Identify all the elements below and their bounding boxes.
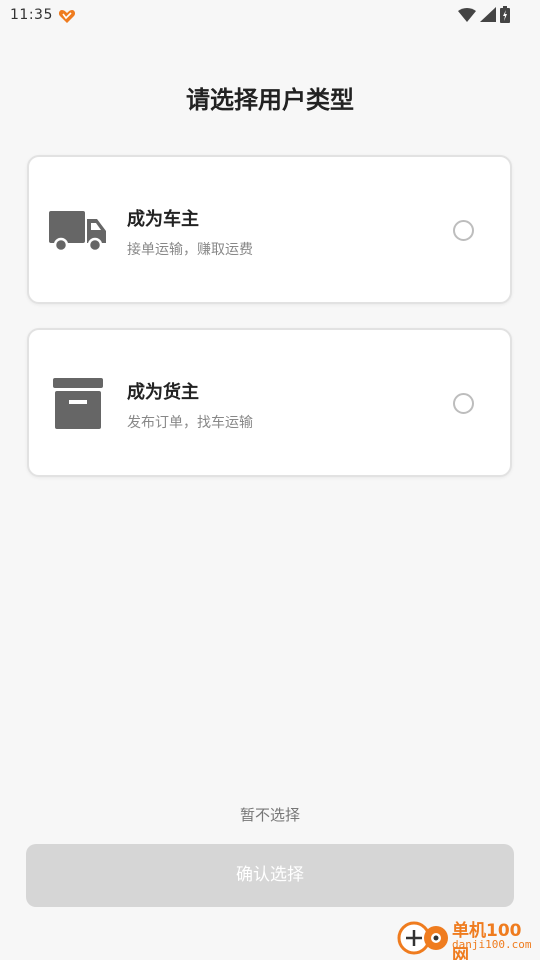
option-card-cargo-owner[interactable]: 成为货主 发布订单，找车运输 [27, 328, 512, 477]
wifi-icon [458, 7, 476, 22]
status-bar: 11:35 [0, 0, 540, 32]
page-title: 请选择用户类型 [186, 86, 354, 114]
status-icons [458, 6, 510, 23]
confirm-button[interactable]: 确认选择 [26, 844, 514, 907]
radio-vehicle-owner[interactable] [453, 220, 474, 241]
option-description: 接单运输，赚取运费 [127, 242, 253, 258]
cellular-signal-icon [480, 7, 496, 22]
notification-app-icon [58, 8, 76, 24]
truck-icon [49, 205, 107, 257]
option-title: 成为货主 [127, 382, 199, 403]
watermark-domain: danji100.com [452, 938, 532, 951]
option-title: 成为车主 [127, 209, 199, 230]
status-time: 11:35 [10, 7, 53, 23]
watermark-logo [396, 918, 452, 960]
watermark: 单机100网 danji100.com [388, 914, 538, 960]
archive-box-icon [49, 378, 107, 430]
battery-icon [500, 6, 510, 23]
radio-cargo-owner[interactable] [453, 393, 474, 414]
screen: 11:35 请选择用户类型 成为车主 接单运输，赚取运费 成为货主 发布订单，找… [0, 0, 540, 960]
option-description: 发布订单，找车运输 [127, 415, 253, 431]
skip-link[interactable]: 暂不选择 [0, 804, 540, 825]
option-card-vehicle-owner[interactable]: 成为车主 接单运输，赚取运费 [27, 155, 512, 304]
